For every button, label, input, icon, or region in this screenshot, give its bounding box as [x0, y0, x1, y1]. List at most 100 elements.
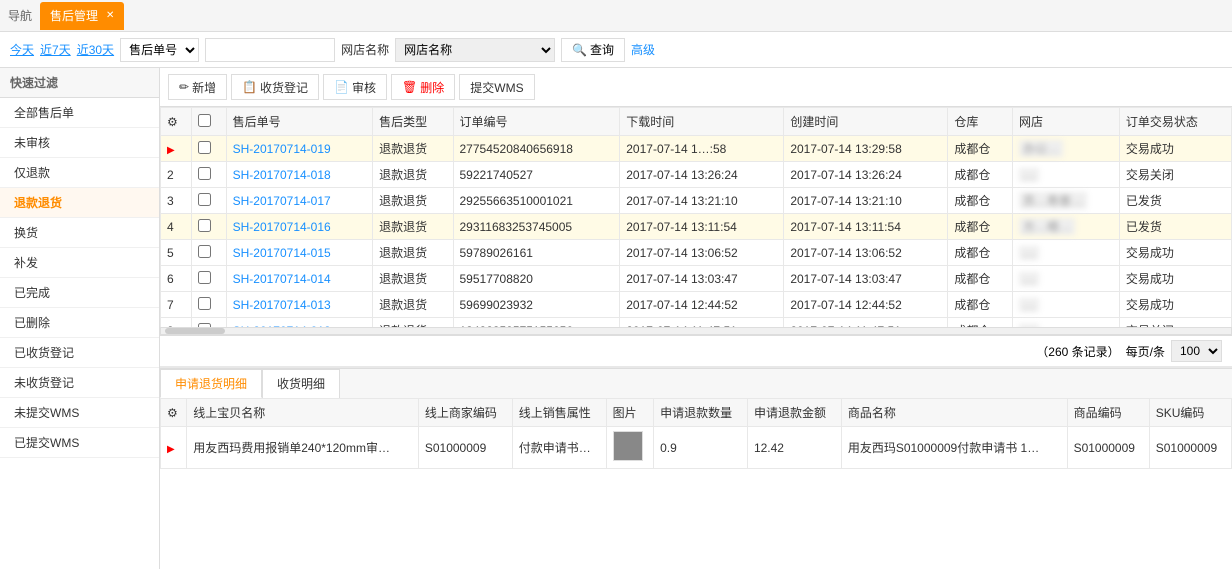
sidebar-item-deleted[interactable]: 已删除 [0, 308, 159, 338]
row-order: 59517708820 [453, 266, 620, 292]
row-created: 2017-07-14 13:26:24 [784, 162, 948, 188]
shop-select[interactable]: 网店名称 [395, 38, 555, 62]
row-warehouse: 成都仓 [948, 214, 1013, 240]
row-checkbox[interactable] [192, 266, 226, 292]
row-download: 2017-07-14 11:47:51 [620, 318, 784, 328]
row-status: 交易成功 [1119, 136, 1231, 162]
row-checkbox[interactable] [192, 292, 226, 318]
row-status: 交易关闭 [1119, 162, 1231, 188]
select-all-checkbox[interactable] [198, 114, 211, 127]
receive-button[interactable]: 📋 收货登记 [231, 74, 319, 100]
scrollbar-thumb[interactable] [165, 328, 225, 334]
row-id[interactable]: SH-20170714-017 [226, 188, 372, 214]
row-id[interactable]: SH-20170714-019 [226, 136, 372, 162]
row-num: 4 [161, 214, 192, 240]
row-type: 退款退货 [373, 266, 453, 292]
sidebar-item-not-wms[interactable]: 未提交WMS [0, 398, 159, 428]
nav-tab-close-icon[interactable]: ✕ [106, 10, 114, 21]
row-select[interactable] [198, 219, 211, 232]
row-select[interactable] [198, 193, 211, 206]
filter-field-select[interactable]: 售后单号 [120, 38, 199, 62]
bottom-row-name: 用友西玛费用报销单240*120mm审… [187, 427, 419, 469]
row-status: 交易成功 [1119, 266, 1231, 292]
row-select[interactable] [198, 271, 211, 284]
tab-refund-detail[interactable]: 申请退货明细 [160, 369, 262, 398]
row-checkbox[interactable] [192, 240, 226, 266]
row-type: 退款退货 [373, 240, 453, 266]
sidebar-item-exchange[interactable]: 换货 [0, 218, 159, 248]
shop-label: 网店名称 [341, 41, 389, 58]
main-layout: 快速过滤 全部售后单 未审核 仅退款 退款退货 换货 补发 已完成 已删除 已收… [0, 68, 1232, 569]
filter-today[interactable]: 今天 [10, 41, 34, 58]
sidebar-item-unreviewed[interactable]: 未审核 [0, 128, 159, 158]
sidebar-item-not-received[interactable]: 未收货登记 [0, 368, 159, 398]
row-id[interactable]: SH-20170714-015 [226, 240, 372, 266]
row-select[interactable] [198, 245, 211, 258]
filter-input[interactable] [205, 38, 335, 62]
sidebar-item-refundonly[interactable]: 仅退款 [0, 158, 159, 188]
row-type: 退款退货 [373, 188, 453, 214]
row-select[interactable] [198, 141, 211, 154]
total-records: （260 条记录） [1036, 343, 1119, 360]
row-created: 2017-07-14 13:03:47 [784, 266, 948, 292]
row-id[interactable]: SH-20170714-013 [226, 292, 372, 318]
btcol-gear[interactable]: ⚙ [161, 399, 187, 427]
col-checkbox[interactable] [192, 108, 226, 136]
sidebar-item-received[interactable]: 已收货登记 [0, 338, 159, 368]
row-created: 2017-07-14 13:06:52 [784, 240, 948, 266]
row-select[interactable] [198, 297, 211, 310]
row-order: 59221740527 [453, 162, 620, 188]
query-button[interactable]: 🔍 查询 [561, 38, 625, 62]
btcol-merchant-code: 线上商家编码 [418, 399, 512, 427]
row-status: 已发货 [1119, 214, 1231, 240]
bottom-row-amount: 12.42 [747, 427, 841, 469]
advanced-button[interactable]: 高级 [631, 41, 655, 58]
per-page-label: 每页/条 [1126, 343, 1165, 360]
submit-wms-button[interactable]: 提交WMS [459, 74, 534, 100]
bottom-gear-icon: ⚙ [167, 406, 178, 420]
row-shop: 方…嗯… [1013, 214, 1120, 240]
row-select[interactable] [198, 167, 211, 180]
row-checkbox[interactable] [192, 318, 226, 328]
row-download: 2017-07-14 13:21:10 [620, 188, 784, 214]
row-shop: … [1013, 318, 1120, 328]
delete-button[interactable]: 🗑 删除 [391, 74, 455, 100]
row-num: ▶ [161, 136, 192, 162]
row-created: 2017-07-14 13:11:54 [784, 214, 948, 240]
filter-last30[interactable]: 近30天 [77, 41, 114, 58]
add-button[interactable]: ✏ 新增 [168, 74, 227, 100]
bottom-row-merchant-code: S01000009 [418, 427, 512, 469]
col-gear[interactable]: ⚙ [161, 108, 192, 136]
per-page-select[interactable]: 100 50 200 [1171, 340, 1222, 362]
col-status: 订单交易状态 [1119, 108, 1231, 136]
nav-label: 导航 [8, 7, 32, 24]
row-id[interactable]: SH-20170714-012 [226, 318, 372, 328]
row-id[interactable]: SH-20170714-018 [226, 162, 372, 188]
row-created: 2017-07-14 12:44:52 [784, 292, 948, 318]
audit-button[interactable]: 📄 审核 [323, 74, 387, 100]
horizontal-scrollbar[interactable] [160, 327, 1232, 335]
content-area: ✏ 新增 📋 收货登记 📄 审核 🗑 删除 提交WMS [160, 68, 1232, 569]
row-created: 2017-07-14 13:21:10 [784, 188, 948, 214]
main-table-wrapper: ⚙ 售后单号 售后类型 订单编号 下载时间 创建时间 仓库 网店 订单交易状态 … [160, 107, 1232, 327]
row-checkbox[interactable] [192, 136, 226, 162]
row-shop: … [1013, 292, 1120, 318]
col-download: 下载时间 [620, 108, 784, 136]
col-created: 创建时间 [784, 108, 948, 136]
sidebar-item-submitted-wms[interactable]: 已提交WMS [0, 428, 159, 458]
sidebar-item-completed[interactable]: 已完成 [0, 278, 159, 308]
row-checkbox[interactable] [192, 214, 226, 240]
sidebar-item-all[interactable]: 全部售后单 [0, 98, 159, 128]
row-id[interactable]: SH-20170714-014 [226, 266, 372, 292]
sidebar-item-refundreturn[interactable]: 退款退货 [0, 188, 159, 218]
row-id[interactable]: SH-20170714-016 [226, 214, 372, 240]
col-id: 售后单号 [226, 108, 372, 136]
btcol-name: 线上宝贝名称 [187, 399, 419, 427]
tab-receive-detail[interactable]: 收货明细 [262, 369, 340, 398]
row-checkbox[interactable] [192, 188, 226, 214]
row-checkbox[interactable] [192, 162, 226, 188]
sidebar-item-reissue[interactable]: 补发 [0, 248, 159, 278]
filter-last7[interactable]: 近7天 [40, 41, 71, 58]
receive-icon: 📋 [242, 80, 257, 94]
nav-tab-aftersale[interactable]: 售后管理 ✕ [40, 2, 124, 30]
